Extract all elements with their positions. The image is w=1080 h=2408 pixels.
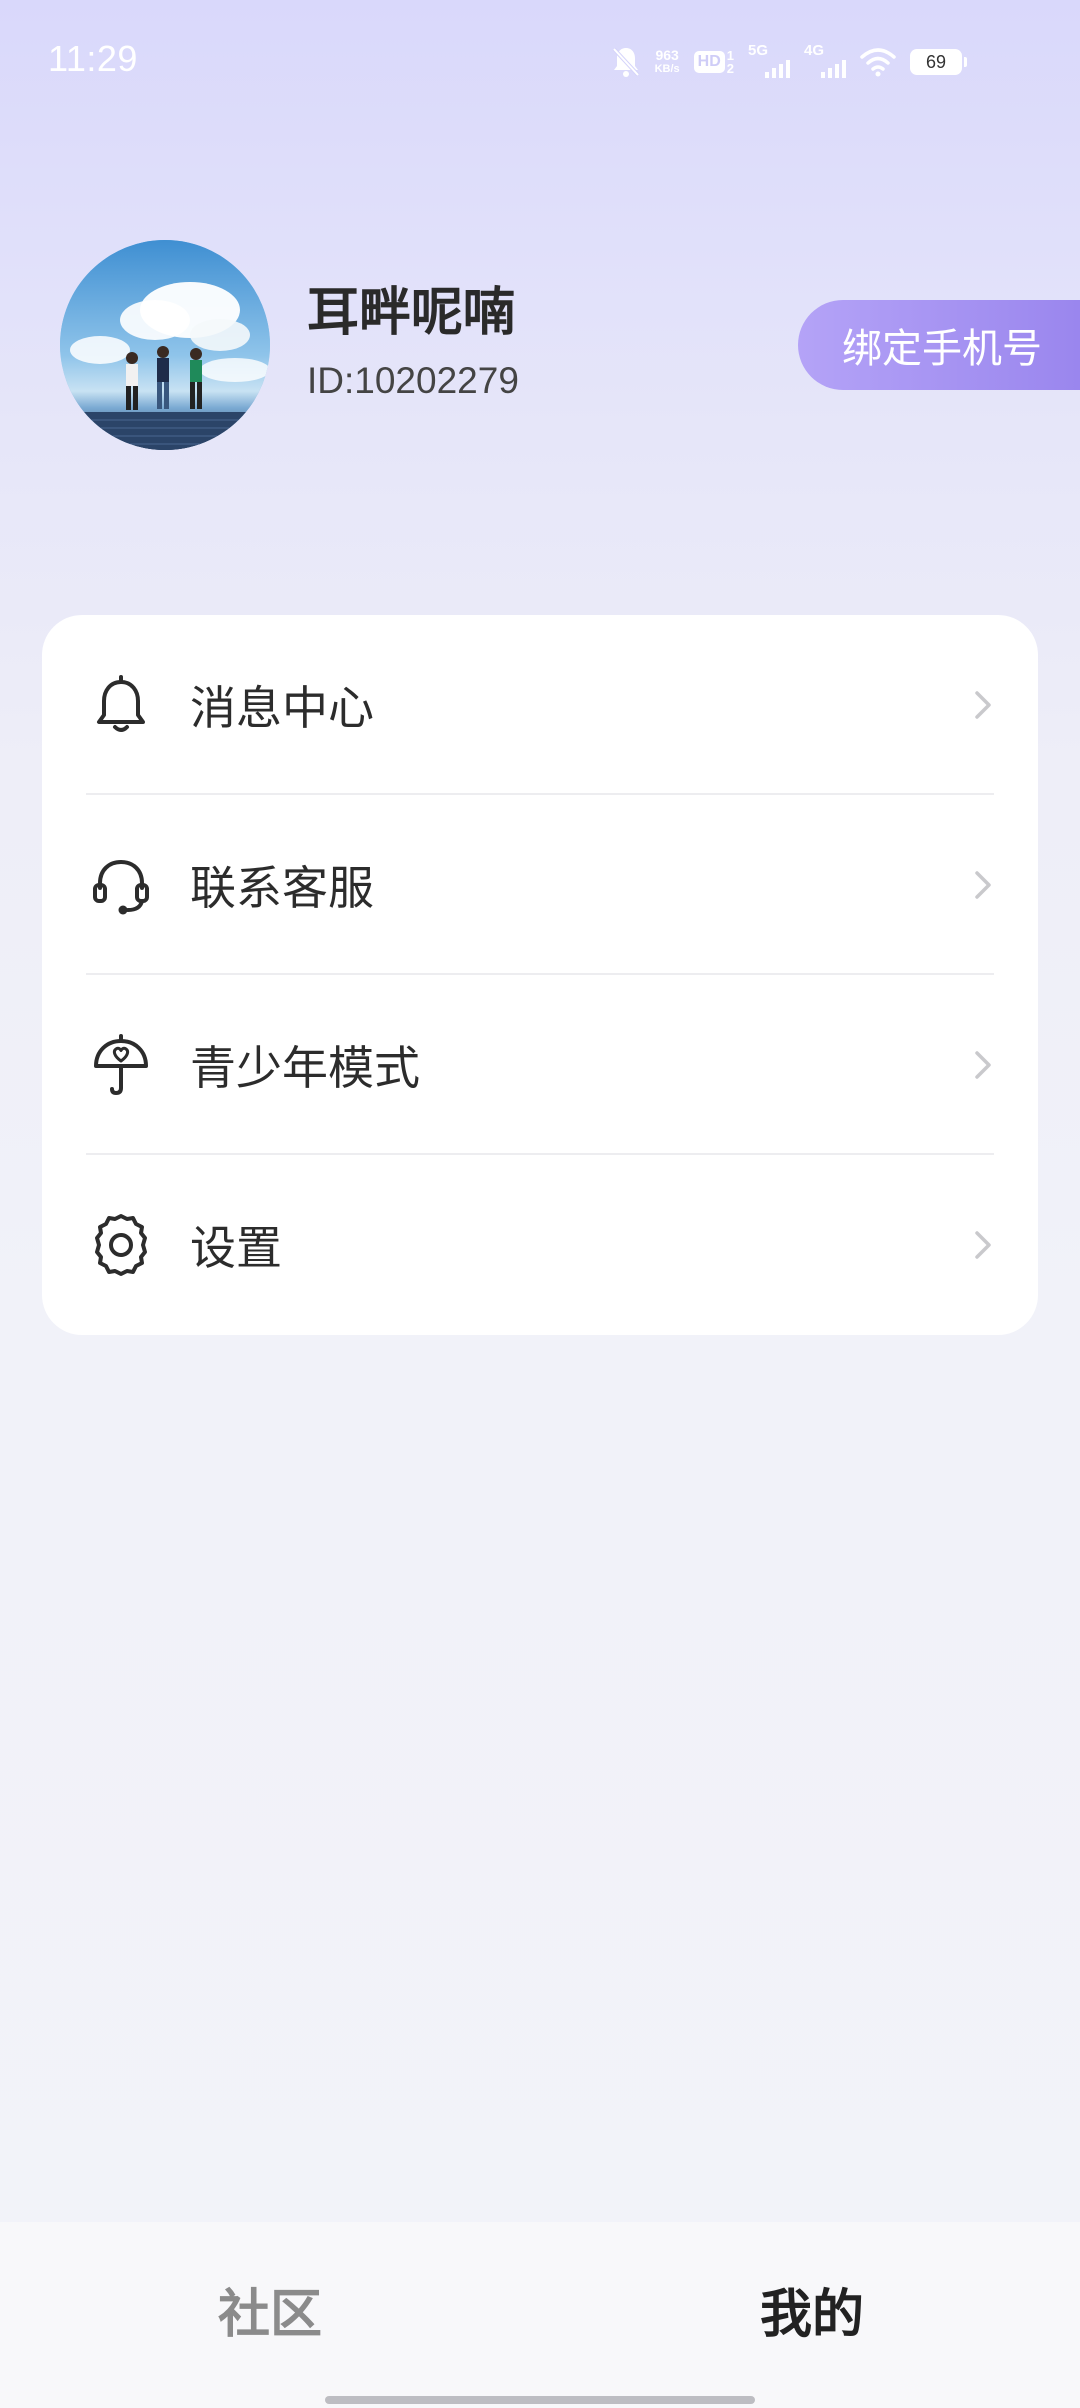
net-speed-value: 963 xyxy=(655,47,679,63)
signal-4g-icon: 4G xyxy=(804,42,846,82)
chevron-right-icon xyxy=(975,691,991,719)
chevron-right-icon xyxy=(975,1051,991,1079)
battery-icon: 69 xyxy=(910,49,967,75)
menu-item-label: 设置 xyxy=(190,1221,282,1275)
net-speed-unit: KB/s xyxy=(654,63,680,75)
menu-card: 消息中心 联系客服 青少年模式 设置 xyxy=(42,615,1038,1335)
gear-icon xyxy=(86,1210,156,1280)
chevron-right-icon xyxy=(975,1231,991,1259)
mute-bell-icon xyxy=(611,45,641,79)
menu-item-contact-service[interactable]: 联系客服 xyxy=(42,795,1038,975)
avatar-image xyxy=(60,240,270,450)
status-time: 11:29 xyxy=(48,38,138,79)
tab-community[interactable]: 社区 xyxy=(218,2272,322,2347)
status-icons: 963 KB/s HD 1 2 5G 4G 69 xyxy=(611,40,967,84)
menu-item-label: 消息中心 xyxy=(190,681,374,735)
bell-icon xyxy=(86,670,156,740)
bind-phone-button[interactable]: 绑定手机号 xyxy=(798,300,1080,390)
hd-voice-indicator: HD 1 2 xyxy=(693,49,734,76)
menu-item-label: 联系客服 xyxy=(190,861,374,915)
menu-item-label: 青少年模式 xyxy=(190,1041,420,1095)
headset-icon xyxy=(86,850,156,920)
net-speed: 963 KB/s xyxy=(655,48,680,76)
home-indicator[interactable] xyxy=(325,2396,755,2404)
avatar[interactable] xyxy=(60,240,270,450)
hd-sub: 2 xyxy=(726,61,734,76)
user-id: ID:10202279 xyxy=(307,360,519,401)
bottom-nav: 社区 我的 xyxy=(0,2222,1080,2408)
chevron-right-icon xyxy=(975,871,991,899)
menu-item-youth-mode[interactable]: 青少年模式 xyxy=(42,975,1038,1155)
menu-item-message-center[interactable]: 消息中心 xyxy=(42,615,1038,795)
umbrella-heart-icon xyxy=(86,1030,156,1100)
hd-label: HD xyxy=(693,51,725,73)
menu-item-settings[interactable]: 设置 xyxy=(42,1155,1038,1335)
signal-5g-icon: 5G xyxy=(748,42,790,82)
network-2-label: 4G xyxy=(804,42,825,59)
network-1-label: 5G xyxy=(748,42,769,59)
nickname: 耳畔呢喃 xyxy=(307,283,516,343)
wifi-icon xyxy=(860,47,896,77)
tab-mine[interactable]: 我的 xyxy=(760,2272,864,2347)
status-bar: 11:29 963 KB/s HD 1 2 5G 4G 69 xyxy=(0,0,1080,120)
